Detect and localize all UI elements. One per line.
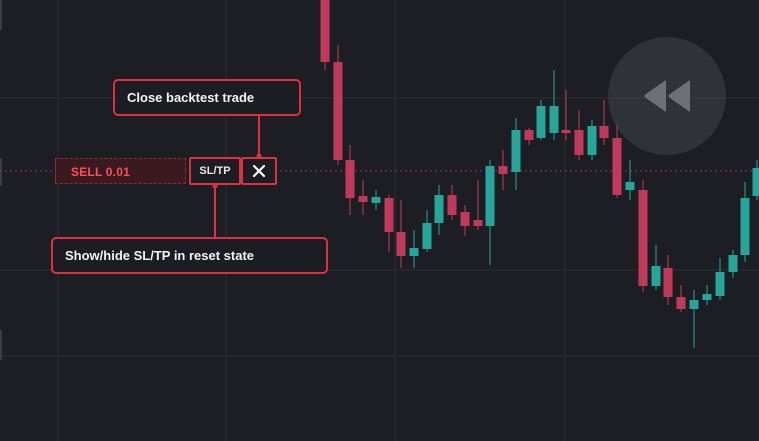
candle-bearish <box>612 138 622 195</box>
candle-bullish <box>549 106 559 133</box>
candle-bearish <box>320 0 330 62</box>
candle-bearish <box>498 166 508 174</box>
candle-bullish <box>409 248 419 256</box>
candle-bearish <box>676 297 686 309</box>
candle-bullish <box>587 126 597 155</box>
candle-bullish <box>740 198 750 255</box>
candle-bullish <box>511 130 521 172</box>
close-icon <box>253 165 265 177</box>
candle-bearish <box>561 130 571 133</box>
candle-bearish <box>599 126 609 138</box>
candle-bearish <box>396 232 406 256</box>
candle-bullish <box>371 197 381 203</box>
candle-bearish <box>473 220 483 226</box>
candle-bullish <box>422 223 432 249</box>
candle-bearish <box>333 62 343 160</box>
candle-bearish <box>663 268 673 297</box>
candle-bullish <box>728 255 738 272</box>
candle-bullish <box>752 168 759 196</box>
candle-bullish <box>434 195 444 223</box>
candle-bullish <box>689 300 699 309</box>
candle-bullish <box>536 106 546 138</box>
candle-bearish <box>638 190 648 286</box>
candle-bearish <box>460 212 470 226</box>
candle-bearish <box>345 160 355 198</box>
candle-bearish <box>384 198 394 232</box>
candle-bearish <box>447 195 457 215</box>
candle-bullish <box>702 294 712 300</box>
candle-bullish <box>715 272 725 296</box>
trade-label: SELL 0.01 <box>71 165 130 179</box>
sltp-tooltip-text: Show/hide SL/TP in reset state <box>65 248 255 263</box>
close-trade-tooltip: Close backtest trade <box>113 79 301 116</box>
rewind-button[interactable] <box>608 37 726 155</box>
sltp-toggle-button[interactable]: SL/TP <box>189 157 241 185</box>
candle-bearish <box>524 130 534 140</box>
sltp-tooltip: Show/hide SL/TP in reset state <box>51 237 328 274</box>
candle-bullish <box>485 166 495 226</box>
candle-bearish <box>574 130 584 155</box>
chart-area[interactable]: SELL 0.01 SL/TP Close backtest trade Sho… <box>0 0 759 441</box>
close-trade-tooltip-text: Close backtest trade <box>127 90 255 105</box>
candle-bullish <box>625 182 635 190</box>
close-trade-button[interactable] <box>241 157 277 185</box>
candle-bullish <box>651 266 661 286</box>
rewind-icon <box>644 80 690 112</box>
candle-bearish <box>358 196 368 202</box>
